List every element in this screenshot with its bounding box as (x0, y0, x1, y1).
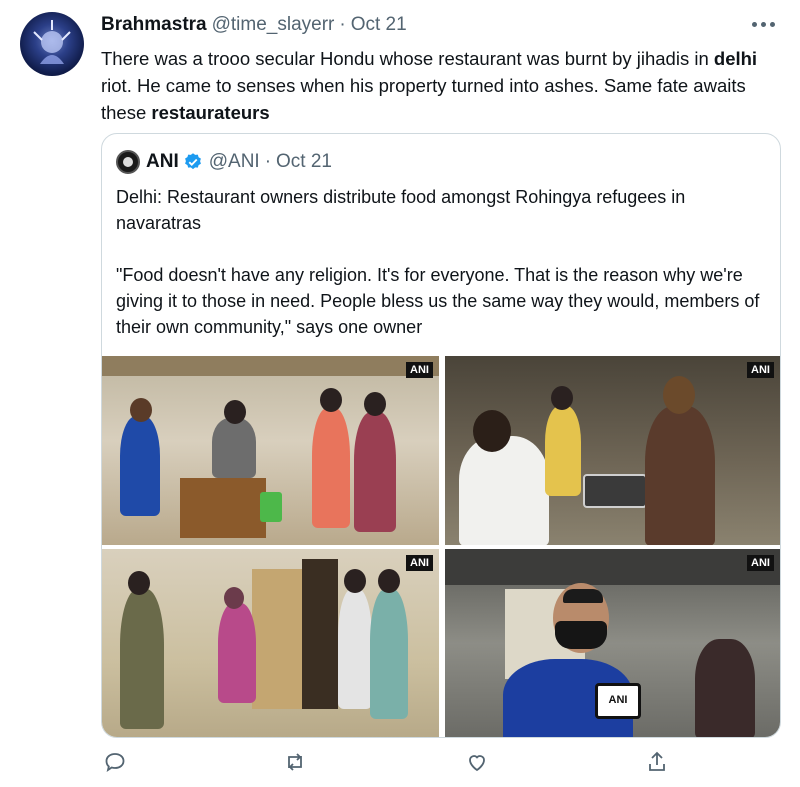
avatar-art (33, 20, 71, 64)
quoted-display-name[interactable]: ANI (146, 151, 179, 173)
photo-2-watermark: ANI (747, 362, 774, 378)
tweet-date[interactable]: Oct 21 (351, 14, 407, 36)
quoted-tweet-text: Delhi: Restaurant owners distribute food… (116, 187, 760, 337)
display-name[interactable]: Brahmastra (101, 14, 207, 36)
more-options-icon[interactable] (752, 22, 782, 30)
tweet-text-bold1: delhi (713, 48, 758, 69)
user-handle[interactable]: @time_slayerr (212, 14, 335, 36)
separator-dot: · (339, 14, 346, 35)
photo-4-watermark: ANI (747, 555, 774, 571)
verified-badge-icon (184, 153, 201, 170)
tweet-text-part1: There was a trooo secular Hondu whose re… (101, 48, 714, 69)
ani-avatar[interactable] (116, 150, 140, 174)
microphone-logo: ANI (608, 694, 628, 706)
photo-4[interactable]: ANI ANI (445, 549, 780, 737)
photo-1[interactable]: ANI (102, 356, 439, 545)
tweet-text: There was a trooo secular Hondu whose re… (101, 45, 781, 126)
avatar[interactable] (20, 12, 84, 76)
quoted-separator-dot: · (264, 151, 272, 172)
quoted-date[interactable]: Oct 21 (276, 151, 332, 173)
like-icon[interactable] (465, 750, 489, 774)
tweet-text-bold2: restaurateurs (151, 102, 270, 123)
quoted-tweet-header: ANI @ANI · Oct 21 (116, 148, 332, 176)
retweet-icon[interactable] (283, 750, 307, 774)
photo-grid: ANI ANI ANI ANI ANI (102, 356, 780, 737)
reply-icon[interactable] (103, 750, 127, 774)
share-icon[interactable] (645, 750, 669, 774)
quoted-tweet[interactable]: ANI @ANI · Oct 21 Delhi: Restaurant owne… (101, 133, 781, 738)
photo-1-watermark: ANI (406, 362, 433, 378)
tweet-actions (101, 750, 701, 778)
photo-3[interactable]: ANI (102, 549, 439, 737)
tweet-header: Brahmastra @time_slayerr · Oct 21 (101, 14, 407, 38)
quoted-handle[interactable]: @ANI (209, 151, 260, 173)
photo-3-watermark: ANI (406, 555, 433, 571)
photo-2[interactable]: ANI (445, 356, 780, 545)
